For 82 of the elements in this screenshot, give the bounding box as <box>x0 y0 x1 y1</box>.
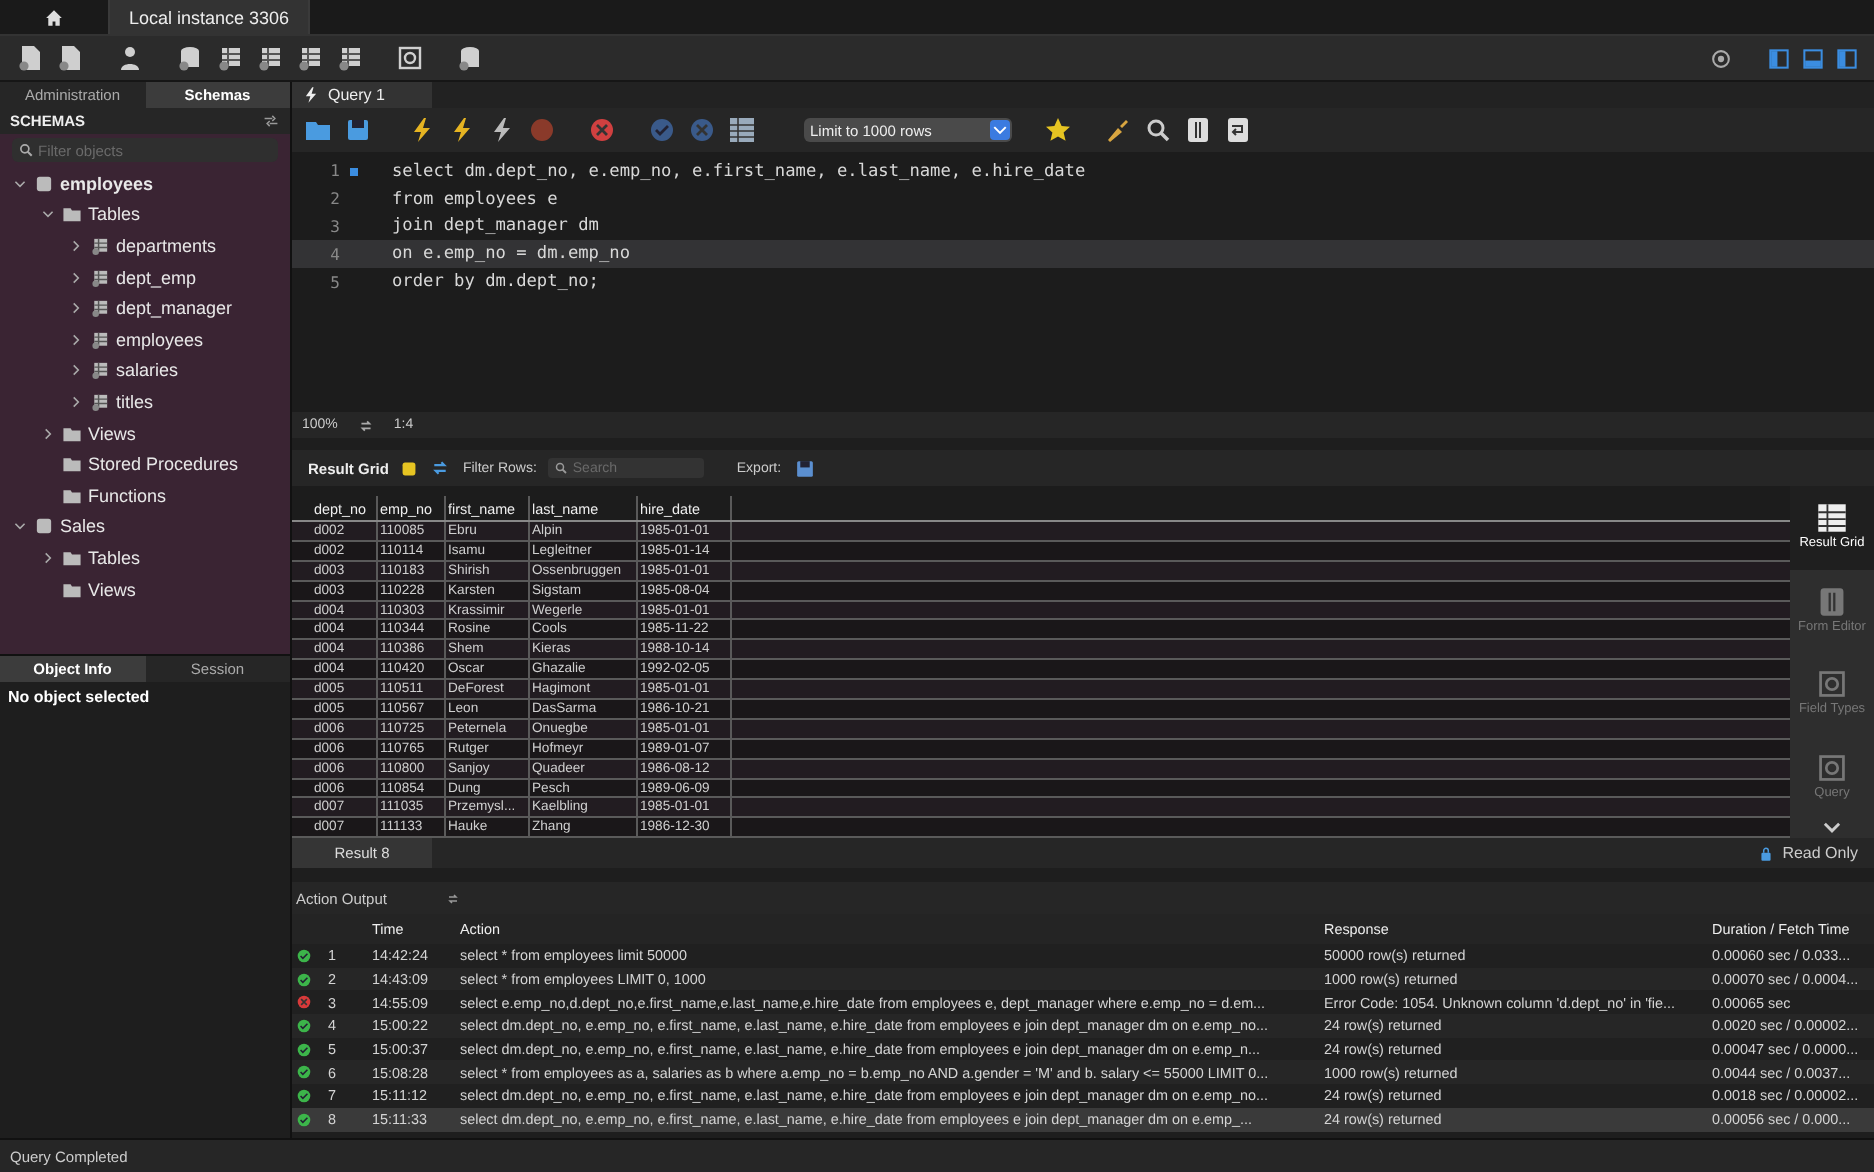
tree-item[interactable]: titles <box>116 391 154 412</box>
search-icon <box>554 461 569 475</box>
tree-item[interactable]: dept_manager <box>116 298 233 319</box>
success-icon <box>296 947 312 964</box>
table-icon <box>90 360 110 381</box>
home-icon <box>44 7 64 27</box>
save-icon[interactable] <box>344 116 372 144</box>
function-add-icon[interactable] <box>336 44 364 72</box>
folder-icon <box>62 579 82 600</box>
tree-item[interactable]: Tables <box>88 204 141 225</box>
success-icon <box>296 1111 312 1128</box>
tree-item[interactable]: Views <box>88 423 136 444</box>
table-icon <box>90 391 110 412</box>
refresh-icon[interactable] <box>430 458 451 478</box>
search-icon[interactable] <box>1144 116 1172 144</box>
sidebar-toggle-icon[interactable] <box>1768 47 1790 69</box>
table-icon <box>90 267 110 288</box>
table-icon <box>90 329 110 350</box>
collapse-icon[interactable] <box>262 112 280 130</box>
folder-icon <box>62 423 82 444</box>
view-add-icon[interactable] <box>256 44 284 72</box>
table-icon <box>90 298 110 319</box>
search-icon <box>18 142 34 158</box>
line-number: 5 <box>328 273 340 292</box>
tree-item[interactable]: Views <box>88 579 136 600</box>
lightning-icon <box>302 86 320 104</box>
info-icon[interactable] <box>116 44 144 72</box>
folder-icon <box>62 547 82 568</box>
code-line: select dm.dept_no, e.emp_no, e.first_name, e.last_name, e.hire_date <box>392 161 1086 182</box>
procedure-add-icon[interactable] <box>296 44 324 72</box>
line-number: 1 <box>328 162 340 181</box>
lightning-icon[interactable] <box>448 116 476 144</box>
folder-icon <box>62 454 82 475</box>
tree-item[interactable]: salaries <box>116 360 179 381</box>
tree-item[interactable]: departments <box>116 235 217 256</box>
success-icon <box>296 971 312 988</box>
export-icon[interactable] <box>793 457 816 479</box>
panel-toggle-icon[interactable] <box>1836 47 1858 69</box>
tree-item[interactable]: Sales <box>60 516 106 537</box>
code-line: order by dm.dept_no; <box>392 272 599 293</box>
folder-icon[interactable] <box>304 116 332 144</box>
success-icon <box>296 1064 312 1081</box>
code-line: from employees e <box>392 189 558 210</box>
new-file-icon[interactable] <box>16 44 44 72</box>
stepper-icon[interactable] <box>446 891 461 905</box>
caret-down-icon[interactable] <box>12 518 28 535</box>
lightning-icon[interactable] <box>488 116 516 144</box>
folder-icon <box>62 204 82 225</box>
table-add-icon[interactable] <box>216 44 244 72</box>
word-wrap-icon[interactable] <box>1224 116 1252 144</box>
tree-item[interactable]: Tables <box>88 547 141 568</box>
line-number: 4 <box>328 245 340 264</box>
success-icon <box>296 1087 312 1104</box>
info-text: No object selected <box>6 686 152 710</box>
lock-icon <box>1758 845 1775 861</box>
line-number: 2 <box>328 190 340 209</box>
toggle-icon[interactable] <box>588 116 616 144</box>
brush-icon[interactable] <box>1104 116 1132 144</box>
folder-icon <box>62 485 82 506</box>
read-only-label: Read Only <box>1782 844 1858 862</box>
stepper-icon[interactable] <box>357 417 374 433</box>
success-icon <box>296 1041 312 1058</box>
code-line: join dept_manager dm <box>392 216 599 237</box>
tree-item[interactable]: dept_emp <box>116 267 197 288</box>
table-icon <box>90 235 110 256</box>
line-number: 3 <box>328 217 340 236</box>
tree-item[interactable]: Stored Procedures <box>88 454 239 475</box>
code-line: on e.emp_no = dm.emp_no <box>392 244 630 265</box>
caret-right-icon[interactable] <box>40 549 56 566</box>
lightning-icon[interactable] <box>408 116 436 144</box>
database-add-icon[interactable] <box>176 44 204 72</box>
open-file-icon[interactable] <box>56 44 84 72</box>
query-tab[interactable]: Query 1 <box>292 82 432 108</box>
tree-item[interactable]: employees <box>60 173 154 194</box>
error-icon <box>296 994 312 1011</box>
success-icon <box>296 1017 312 1034</box>
connection-tab[interactable]: Local instance 3306 <box>110 0 310 34</box>
output-toggle-icon[interactable] <box>1802 47 1824 69</box>
scroll-down-icon[interactable] <box>1822 818 1842 838</box>
star-icon[interactable] <box>1044 116 1072 144</box>
tree-item[interactable]: Functions <box>88 485 167 506</box>
tree-item[interactable]: employees <box>116 329 204 350</box>
